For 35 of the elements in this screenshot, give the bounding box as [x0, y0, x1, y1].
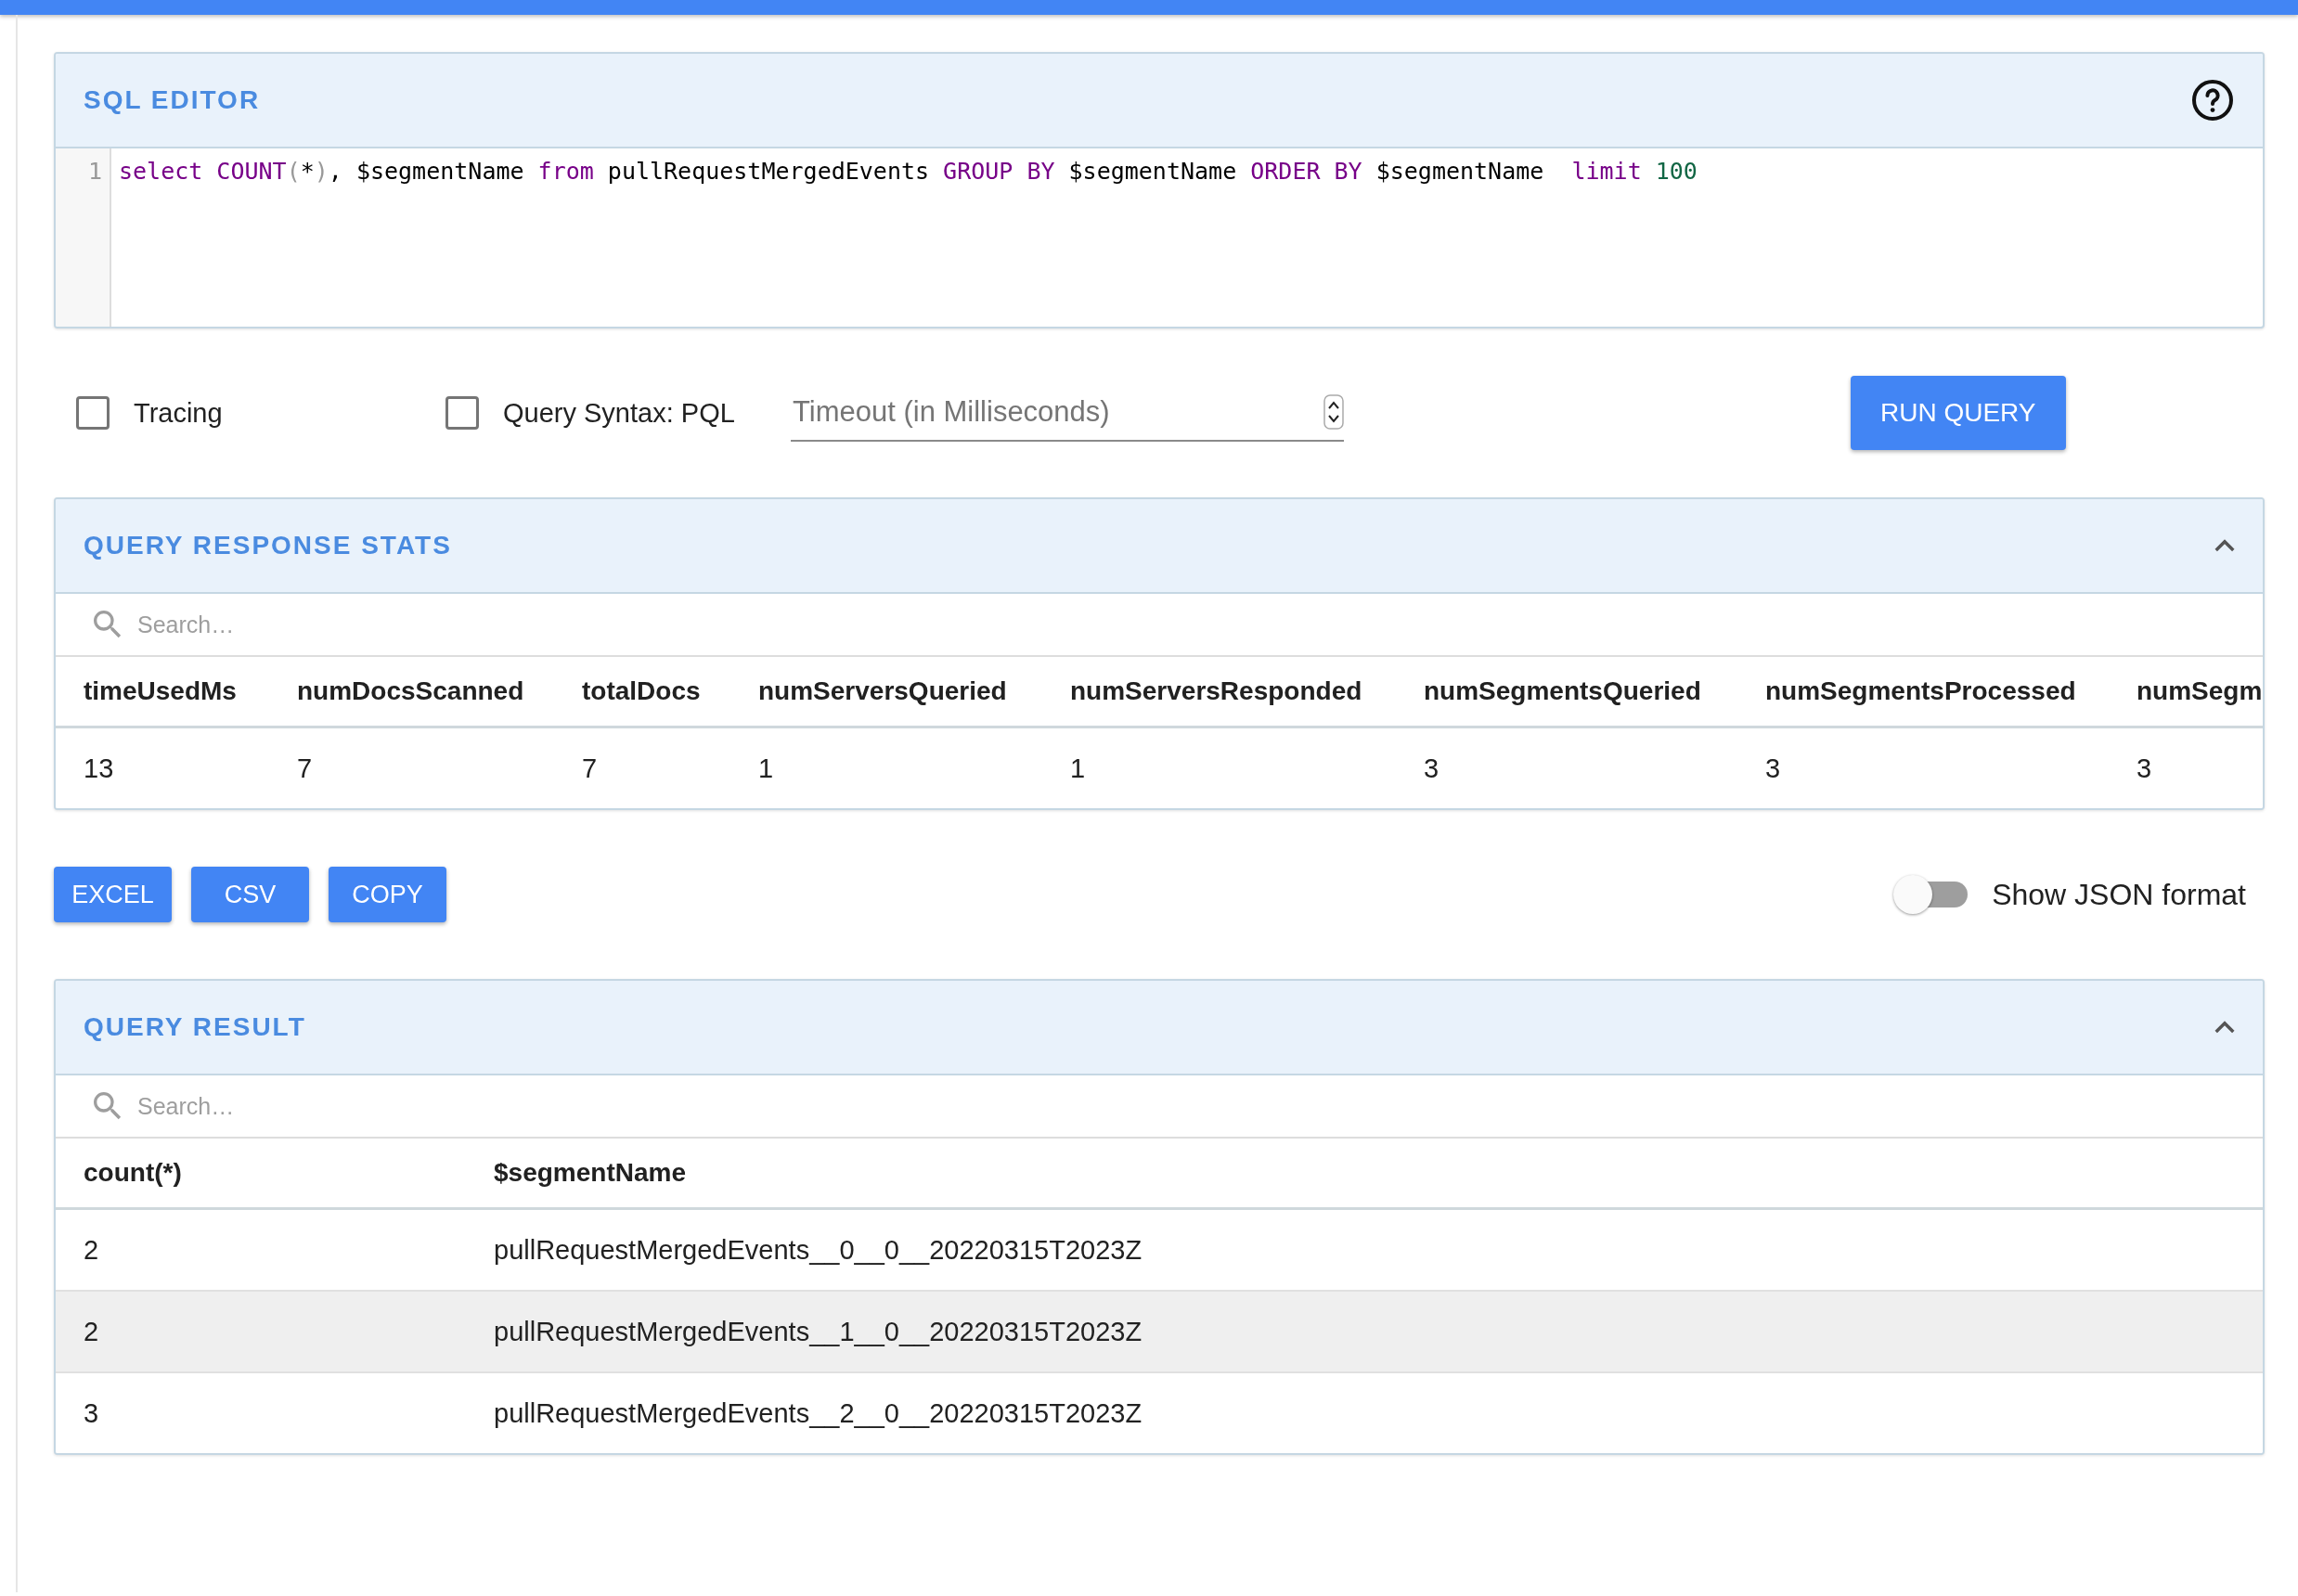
code-editor[interactable]: 1 select COUNT(*), $segmentName from pullRequestMergedEvents GROUP BY $segmentName ORDER BY $segmentName limit 100	[56, 148, 2263, 327]
panel-title: SQL EDITOR	[84, 85, 261, 115]
column-header: numSegm	[2137, 676, 2263, 707]
panel-title: QUERY RESULT	[84, 1012, 306, 1042]
line-number: 1	[87, 158, 102, 185]
column-header: $segmentName	[494, 1157, 687, 1189]
table-cell: pullRequestMergedEvents__0__0__20220315T2023Z	[494, 1210, 2263, 1290]
spinner-icon[interactable]	[1323, 394, 1344, 430]
code-line: select COUNT(*), $segmentName from pullRequestMergedEvents GROUP BY $segmentName ORDER BY $segmentName limit 100	[119, 158, 1698, 185]
chevron-icon[interactable]	[2214, 1021, 2235, 1034]
table-cell: pullRequestMergedEvents__2__0__20220315T2023Z	[494, 1373, 2263, 1453]
export-button[interactable]: EXCEL	[54, 867, 172, 922]
table-cell: pullRequestMergedEvents__1__0__20220315T2023Z	[494, 1292, 2263, 1371]
chevron-icon[interactable]	[2214, 539, 2235, 552]
json-toggle[interactable]: Show JSON format	[1893, 875, 2246, 914]
table-cell: 3	[2137, 728, 2263, 808]
column-header: numSegmentsQueried	[1424, 676, 1702, 707]
column-header: count(*)	[83, 1157, 183, 1189]
run-query-button[interactable]: RUN QUERY	[1851, 376, 2066, 450]
export-button[interactable]: COPY	[329, 867, 446, 922]
column-header: numServersResponded	[1070, 676, 1363, 707]
checkbox[interactable]: Tracing	[76, 396, 445, 430]
column-header: totalDocs	[582, 676, 702, 707]
help-icon[interactable]	[2190, 78, 2235, 122]
column-header: numSegmentsProcessed	[1765, 676, 2077, 707]
checkbox[interactable]: Query Syntax: PQL	[445, 396, 791, 430]
table-cell: 2	[56, 1292, 494, 1371]
export-button[interactable]: CSV	[191, 867, 309, 922]
column-header: numDocsScanned	[297, 676, 525, 707]
column-header: numServersQueried	[758, 676, 1008, 707]
table-cell: 3	[56, 1373, 494, 1453]
panel-title: QUERY RESPONSE STATS	[84, 531, 452, 560]
timeout-field[interactable]: Timeout (in Milliseconds)	[791, 394, 1277, 430]
column-header: timeUsedMs	[83, 676, 238, 707]
table-cell: 13	[56, 728, 297, 808]
